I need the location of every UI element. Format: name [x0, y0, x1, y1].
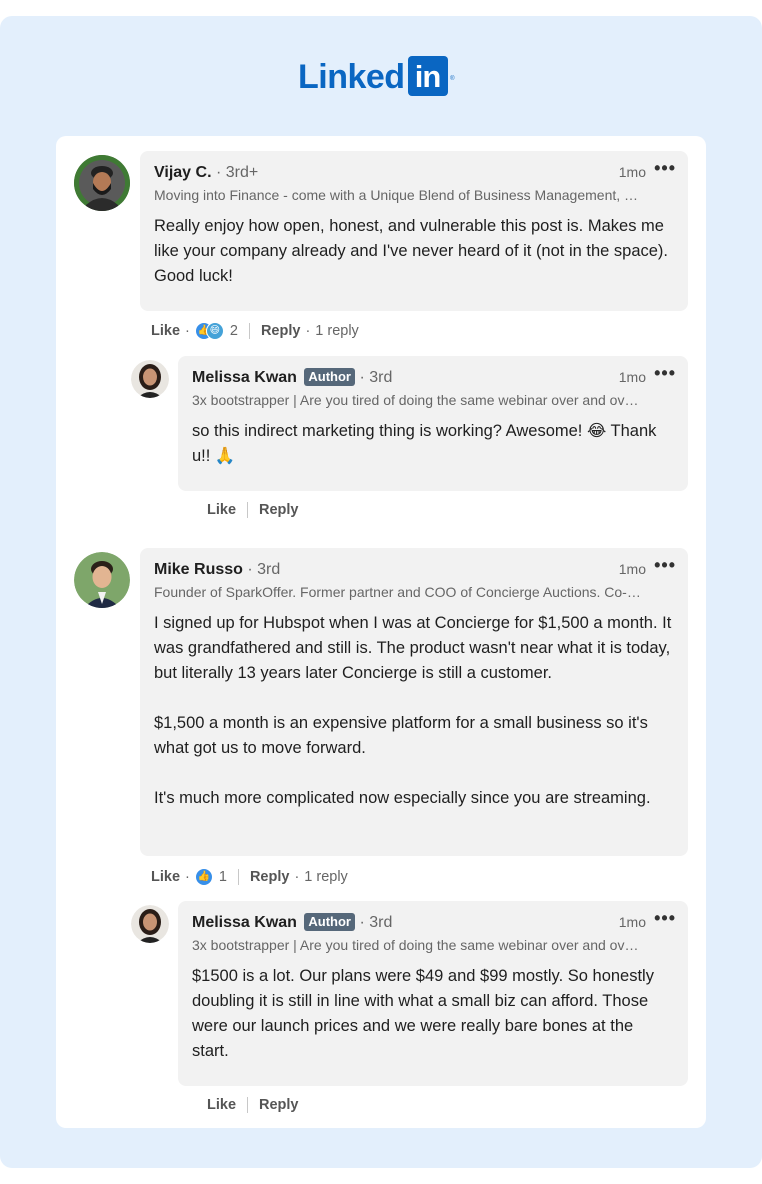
avatar-melissa[interactable] [131, 905, 169, 943]
comment-paragraph: Really enjoy how open, honest, and vulne… [154, 217, 669, 285]
connection-degree: 3rd+ [225, 164, 259, 181]
reply-author-name[interactable]: Melissa Kwan [192, 914, 297, 931]
registered-mark: ® [450, 76, 455, 82]
separator-dot: · [185, 869, 190, 885]
separator-dot: · [359, 914, 370, 931]
comments-card: Vijay C. · 3rd+ 1mo ••• Moving into Fina… [56, 136, 706, 1128]
reply-author-line: Melissa Kwan Author · 3rd [192, 368, 392, 388]
linkedin-logo: Linked in ® [298, 56, 455, 98]
reply-bubble: Melissa Kwan Author · 3rd 1mo ••• 3x boo… [178, 901, 688, 1086]
connection-degree: 3rd [369, 914, 393, 931]
like-reaction-icon: 👍 [194, 868, 213, 886]
logo-in-box: in ® [407, 56, 455, 96]
avatar-vijay[interactable] [74, 155, 130, 211]
like-button[interactable]: Like [151, 321, 180, 341]
author-headline: Moving into Finance - come with a Unique… [154, 187, 639, 203]
like-button[interactable]: Like [207, 500, 236, 520]
like-button[interactable]: Like [207, 1095, 236, 1115]
separator-dot: · [294, 869, 300, 885]
separator-dot: · [359, 369, 370, 386]
comment-actions: Like · 👍 😄 2 Reply · 1 reply [151, 321, 359, 341]
author-headline: Founder of SparkOffer. Former partner an… [154, 584, 641, 600]
comment-bubble: Mike Russo · 3rd 1mo ••• Founder of Spar… [140, 548, 688, 856]
separator-dot: · [185, 323, 190, 339]
comment-author-name[interactable]: Vijay C. [154, 164, 212, 181]
reply-actions: Like Reply [207, 1095, 299, 1115]
comment-paragraph: I signed up for Hubspot when I was at Co… [154, 614, 672, 682]
avatar-vijay-image [74, 155, 130, 211]
reply-author-name[interactable]: Melissa Kwan [192, 369, 297, 386]
reaction-count[interactable]: 1 [219, 867, 227, 887]
divider [237, 869, 239, 885]
author-badge: Author [304, 368, 355, 386]
comment-time: 1mo [618, 561, 646, 577]
separator-dot: · [305, 323, 311, 339]
logo-wordmark: Linked [298, 58, 405, 96]
reply-paragraph: $1500 is a lot. Our plans were $49 and $… [192, 967, 654, 1060]
reactions-summary[interactable]: 👍 [194, 868, 213, 886]
author-headline: 3x bootstrapper | Are you tired of doing… [192, 937, 639, 953]
avatar-melissa[interactable] [131, 360, 169, 398]
comment-paragraph: It's much more complicated now especiall… [154, 789, 651, 807]
comment-time: 1mo [618, 164, 646, 180]
comment-actions: Like · 👍 1 Reply · 1 reply [151, 867, 348, 887]
divider [247, 1097, 249, 1113]
avatar-melissa-image [131, 905, 169, 943]
connection-degree: 3rd [369, 369, 393, 386]
connection-degree: 3rd [257, 561, 281, 578]
comment-author-line: Mike Russo · 3rd [154, 560, 280, 580]
comment-body: Really enjoy how open, honest, and vulne… [154, 214, 674, 289]
reply-button[interactable]: Reply [261, 321, 301, 341]
logo-in-text: in [414, 59, 442, 94]
reply-button[interactable]: Reply [259, 1095, 299, 1115]
comment-author-line: Vijay C. · 3rd+ [154, 163, 258, 183]
divider [248, 323, 250, 339]
reply-author-line: Melissa Kwan Author · 3rd [192, 913, 392, 933]
avatar-mike-image [74, 552, 130, 608]
comment-bubble: Vijay C. · 3rd+ 1mo ••• Moving into Fina… [140, 151, 688, 311]
reply-bubble: Melissa Kwan Author · 3rd 1mo ••• 3x boo… [178, 356, 688, 491]
comment-body: I signed up for Hubspot when I was at Co… [154, 611, 674, 811]
reply-time: 1mo [618, 914, 646, 930]
replies-count[interactable]: 1 reply [304, 867, 348, 887]
reaction-count[interactable]: 2 [230, 321, 238, 341]
funny-reaction-icon: 😄 [205, 322, 224, 340]
reactions-summary[interactable]: 👍 😄 [194, 322, 224, 340]
divider [247, 502, 249, 518]
comment-paragraph: $1,500 a month is an expensive platform … [154, 714, 648, 757]
reply-button[interactable]: Reply [250, 867, 290, 887]
more-options-icon[interactable]: ••• [654, 364, 676, 382]
more-options-icon[interactable]: ••• [654, 556, 676, 574]
reply-time: 1mo [618, 369, 646, 385]
author-badge: Author [304, 913, 355, 931]
more-options-icon[interactable]: ••• [654, 159, 676, 177]
author-headline: 3x bootstrapper | Are you tired of doing… [192, 392, 639, 408]
reply-body: $1500 is a lot. Our plans were $49 and $… [192, 964, 674, 1064]
separator-dot: · [215, 164, 226, 181]
reply-paragraph: so this indirect marketing thing is work… [192, 422, 657, 465]
reply-actions: Like Reply [207, 500, 299, 520]
reply-body: so this indirect marketing thing is work… [192, 419, 674, 469]
avatar-mike[interactable] [74, 552, 130, 608]
separator-dot: · [247, 561, 258, 578]
comment-author-name[interactable]: Mike Russo [154, 561, 243, 578]
reply-button[interactable]: Reply [259, 500, 299, 520]
avatar-melissa-image [131, 360, 169, 398]
more-options-icon[interactable]: ••• [654, 909, 676, 927]
replies-count[interactable]: 1 reply [315, 321, 359, 341]
like-button[interactable]: Like [151, 867, 180, 887]
